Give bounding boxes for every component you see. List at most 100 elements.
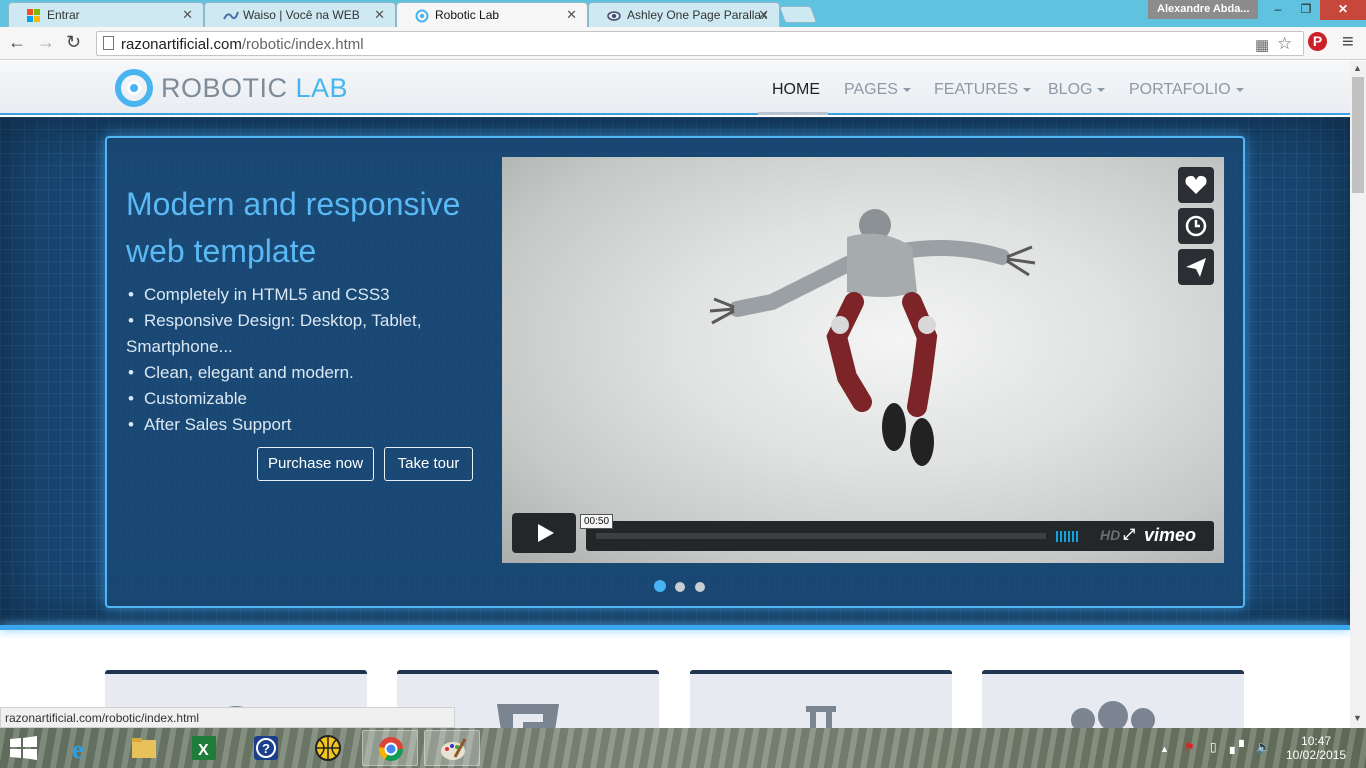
start-button[interactable] [10, 736, 38, 765]
taskbar-file-explorer[interactable] [116, 730, 172, 766]
robotic-lab-icon [415, 9, 429, 23]
feature-card[interactable] [982, 670, 1244, 728]
bookmark-star-icon[interactable]: ☆ [1277, 34, 1292, 54]
scroll-up-icon[interactable]: ▲ [1353, 63, 1362, 73]
share-button[interactable] [1178, 249, 1214, 285]
new-tab-button[interactable] [778, 6, 818, 23]
windows-live-icon [27, 9, 41, 23]
column-icon [806, 706, 836, 728]
tab-entrar[interactable]: Entrar ✕ [8, 2, 204, 27]
back-arrow-icon[interactable]: ← [8, 32, 26, 53]
caret-down-icon [1097, 87, 1106, 92]
waiso-icon [223, 9, 239, 23]
system-clock[interactable]: 10:47 10/02/2015 [1286, 734, 1346, 762]
windows-taskbar: e X ? ▲ ⚑ ▯ ▖▘ 🔈 10:47 10/02/2015 [0, 728, 1366, 768]
volume-icon[interactable] [1056, 529, 1080, 547]
tab-title: Waiso | Você na WEB [243, 8, 360, 22]
clock-date: 10/02/2015 [1286, 748, 1347, 762]
forward-arrow-icon[interactable]: → [37, 32, 55, 53]
video-controls: HD ⤢ vimeo 00:50 [512, 513, 1214, 553]
taskbar-internet-explorer[interactable]: e [54, 730, 110, 766]
active-nav-indicator [758, 112, 828, 115]
hero-title: Modern and responsive web template [126, 186, 461, 269]
play-button[interactable] [512, 513, 576, 553]
volume-speaker-icon[interactable]: 🔈 [1256, 740, 1271, 754]
feature-item: Responsive Design: Desktop, Tablet, Smar… [126, 308, 466, 360]
excel-icon: X [192, 736, 216, 760]
tab-waiso[interactable]: Waiso | Você na WEB ✕ [204, 2, 396, 27]
like-button[interactable] [1178, 167, 1214, 203]
vimeo-video-player[interactable]: HD ⤢ vimeo 00:50 [502, 157, 1224, 563]
address-bar[interactable]: razonartificial.com/robotic/index.html ▦… [96, 31, 1304, 56]
feature-item: Customizable [126, 386, 466, 412]
nav-portafolio[interactable]: PORTAFOLIO [1129, 81, 1244, 99]
progress-track[interactable] [596, 533, 1046, 539]
hero-panel: Modern and responsive web template Compl… [105, 136, 1245, 608]
action-center-flag-icon[interactable]: ⚑ [1184, 740, 1195, 754]
network-signal-icon[interactable]: ▖▘ [1230, 740, 1248, 754]
control-strip: HD ⤢ vimeo [586, 521, 1214, 551]
take-tour-button[interactable]: Take tour [384, 447, 473, 481]
taskbar-chrome[interactable] [362, 730, 418, 766]
tab-ashley[interactable]: Ashley One Page Parallax ✕ [588, 2, 780, 27]
page-icon [103, 36, 114, 50]
clock-time: 10:47 [1301, 734, 1332, 748]
pinterest-icon[interactable]: P [1308, 32, 1327, 51]
robotic-lab-logo-icon[interactable] [115, 69, 153, 107]
close-tab-icon[interactable]: ✕ [758, 7, 769, 23]
close-window-icon[interactable]: ✕ [1320, 0, 1366, 20]
svg-text:?: ? [262, 741, 270, 756]
restore-icon[interactable]: ❐ [1292, 0, 1320, 20]
site-logo[interactable]: ROBOTIC LAB [161, 73, 348, 104]
close-tab-icon[interactable]: ✕ [566, 7, 577, 23]
watch-later-button[interactable] [1178, 208, 1214, 244]
nav-home[interactable]: HOME [772, 81, 820, 99]
scroll-thumb[interactable] [1352, 77, 1364, 193]
hero-section: Modern and responsive web template Compl… [0, 117, 1350, 629]
slider-dot[interactable] [694, 582, 705, 592]
reload-icon[interactable]: ↻ [66, 32, 81, 53]
browser-tab-strip: Entrar ✕ Waiso | Você na WEB ✕ Robotic L… [0, 0, 1366, 27]
close-tab-icon[interactable]: ✕ [374, 7, 385, 23]
minimize-icon[interactable]: – [1264, 0, 1292, 20]
feature-item: Completely in HTML5 and CSS3 [126, 282, 466, 308]
taskbar-help[interactable]: ? [238, 730, 294, 766]
purchase-now-button[interactable]: Purchase now [257, 447, 374, 481]
eye-icon [607, 9, 621, 23]
feature-list: Completely in HTML5 and CSS3 Responsive … [126, 282, 466, 438]
status-bubble: razonartificial.com/robotic/index.html [0, 707, 455, 728]
profile-name[interactable]: Alexandre Abda... [1148, 0, 1258, 19]
page-scrollbar[interactable]: ▲ ▼ [1350, 61, 1366, 728]
page-viewport: ROBOTIC LAB HOME PAGES FEATURES BLOG POR… [0, 61, 1350, 728]
hd-toggle[interactable]: HD [1100, 527, 1120, 543]
svg-text:X: X [198, 742, 209, 759]
html5-icon [497, 704, 559, 728]
taskbar-excel[interactable]: X [176, 730, 232, 766]
file-explorer-icon [132, 738, 156, 758]
nav-features[interactable]: FEATURES [934, 81, 1032, 99]
vimeo-logo[interactable]: vimeo [1144, 525, 1196, 546]
url-text[interactable]: razonartificial.com/robotic/index.html [121, 36, 364, 53]
tab-title: Entrar [47, 8, 80, 22]
windows-logo-icon [10, 736, 37, 760]
help-icon: ? [254, 736, 278, 760]
tab-robotic-lab[interactable]: Robotic Lab ✕ [396, 2, 588, 27]
fullscreen-icon[interactable]: ⤢ [1123, 526, 1135, 543]
battery-icon[interactable]: ▯ [1210, 740, 1217, 754]
nav-blog[interactable]: BLOG [1048, 81, 1106, 99]
slider-dot[interactable] [654, 580, 666, 592]
taskbar-paint[interactable] [424, 730, 480, 766]
tab-title: Robotic Lab [435, 8, 500, 22]
caret-down-icon [1023, 87, 1032, 92]
taskbar-globe[interactable] [300, 730, 356, 766]
feature-card[interactable] [690, 670, 952, 728]
show-hidden-icons[interactable]: ▲ [1160, 744, 1169, 754]
caret-down-icon [902, 87, 911, 92]
close-tab-icon[interactable]: ✕ [182, 7, 193, 23]
nav-pages[interactable]: PAGES [844, 81, 911, 99]
clock-icon [1185, 215, 1207, 237]
scroll-down-icon[interactable]: ▼ [1353, 713, 1362, 723]
slider-dot[interactable] [675, 582, 686, 592]
translate-icon[interactable]: ▦ [1255, 36, 1269, 54]
chrome-menu-icon[interactable]: ≡ [1342, 31, 1354, 54]
